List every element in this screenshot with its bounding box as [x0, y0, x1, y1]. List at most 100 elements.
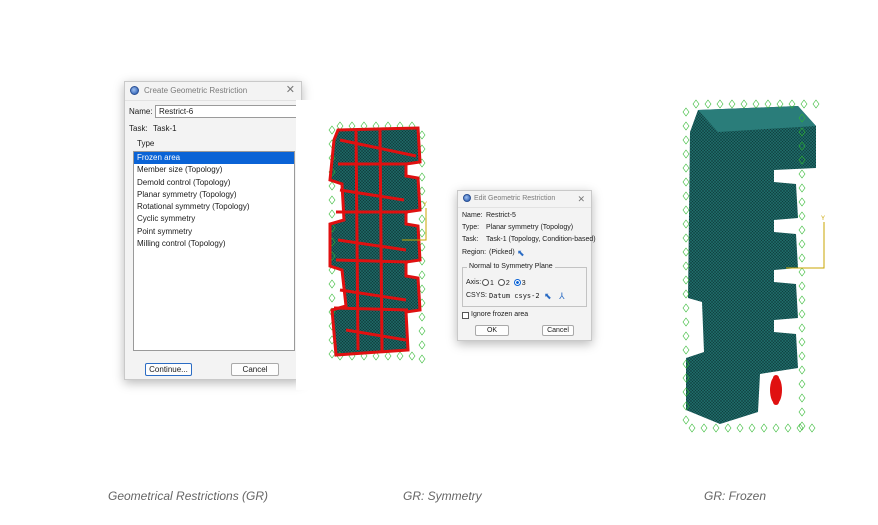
axis-option-3: 3 — [521, 280, 526, 287]
constraint-symbol-icon — [682, 107, 690, 117]
constraint-symbol-icon — [798, 281, 806, 291]
constraint-symbol-icon — [812, 99, 820, 109]
constraint-symbol-icon — [798, 393, 806, 403]
constraint-symbol-icon — [798, 365, 806, 375]
edit-task-value: Task-1 (Topology, Condition-based) — [486, 236, 596, 243]
type-list-item[interactable]: Milling control (Topology) — [134, 238, 294, 250]
triad-y-label: Y — [423, 202, 427, 208]
caption-symmetry: GR: Symmetry — [403, 489, 482, 503]
constraint-symbol-icon — [418, 340, 426, 350]
constraint-symbol-icon — [798, 239, 806, 249]
constraint-symbol-icon — [692, 99, 700, 109]
csys-value: Datum csys-2 — [489, 292, 540, 300]
constraint-symbol-icon — [798, 379, 806, 389]
frozen-area-highlight — [770, 375, 782, 405]
edit-dialog-title: Edit Geometric Restriction — [474, 195, 556, 202]
axis-option-1: 1 — [490, 280, 494, 287]
type-list-item[interactable]: Cyclic symmetry — [134, 213, 294, 225]
constraint-symbol-icon — [798, 337, 806, 347]
caption-geometrical-restrictions: Geometrical Restrictions (GR) — [108, 489, 269, 503]
ignore-frozen-checkbox[interactable] — [462, 312, 469, 319]
constraint-symbol-icon — [418, 354, 426, 364]
constraint-symbol-icon — [700, 423, 708, 433]
constraint-symbol-icon — [740, 99, 748, 109]
axis-label: Axis: — [466, 279, 482, 286]
constraint-symbol-icon — [798, 169, 806, 179]
edit-type-label: Type: — [462, 224, 480, 231]
constraint-symbol-icon — [808, 423, 816, 433]
constraint-symbol-icon — [418, 326, 426, 336]
constraint-symbol-icon — [798, 267, 806, 277]
csys-triad-icon[interactable]: ⅄ — [559, 291, 565, 302]
constraint-symbol-icon — [798, 225, 806, 235]
abaqus-logo-icon — [463, 194, 471, 202]
constraint-symbol-icon — [798, 253, 806, 263]
frozen-triad-y-label: Y — [821, 216, 825, 222]
edit-name-value: Restrict-5 — [486, 212, 516, 219]
type-list-item[interactable]: Rotational symmetry (Topology) — [134, 201, 294, 213]
constraint-symbol-icon — [752, 99, 760, 109]
constraint-symbol-icon — [796, 423, 804, 433]
constraint-symbol-icon — [798, 309, 806, 319]
constraint-symbol-icon — [682, 331, 690, 341]
constraint-symbol-icon — [682, 247, 690, 257]
axis-radio-3[interactable] — [513, 279, 521, 286]
constraint-symbol-icon — [688, 423, 696, 433]
constraint-symbol-icon — [418, 214, 426, 224]
close-icon[interactable]: ✕ — [577, 193, 585, 205]
constraint-symbol-icon — [784, 423, 792, 433]
type-list-item[interactable]: Planar symmetry (Topology) — [134, 189, 294, 201]
constraint-symbol-icon — [682, 317, 690, 327]
constraint-symbol-icon — [798, 183, 806, 193]
edit-geometric-restriction-dialog: Edit Geometric Restriction ✕ Name: Restr… — [457, 190, 596, 341]
constraint-symbol-icon — [682, 191, 690, 201]
type-list-item[interactable]: Demold control (Topology) — [134, 177, 294, 189]
create-geometric-restriction-dialog: Create Geometric Restriction ✕ Name: Res… — [124, 81, 302, 380]
constraint-symbol-icon — [682, 177, 690, 187]
constraint-symbol-icon — [736, 423, 744, 433]
constraint-symbol-icon — [682, 275, 690, 285]
edit-region-label: Region: — [462, 249, 487, 256]
constraint-symbol-icon — [728, 99, 736, 109]
axis-radio-group: 1 2 3 — [480, 279, 526, 287]
caption-frozen: GR: Frozen — [704, 489, 767, 503]
group-title: Normal to Symmetry Plane — [467, 263, 555, 270]
region-pick-arrow-icon[interactable]: ⬉ — [517, 248, 525, 259]
constraint-symbol-icon — [418, 270, 426, 280]
cancel-button[interactable]: Cancel — [231, 363, 279, 376]
edit-cancel-button[interactable]: Cancel — [542, 325, 574, 336]
csys-pick-arrow-icon[interactable]: ⬉ — [544, 291, 552, 302]
constraint-symbol-icon — [724, 423, 732, 433]
type-list-item[interactable]: Frozen area — [134, 152, 294, 165]
constraint-symbol-icon — [396, 351, 404, 361]
constraint-symbol-icon — [682, 219, 690, 229]
name-input[interactable]: Restrict-6 — [155, 105, 297, 118]
constraint-symbol-icon — [408, 351, 416, 361]
axis-radio-2[interactable] — [497, 279, 505, 286]
type-list-item[interactable]: Point symmetry — [134, 226, 294, 238]
constraint-symbol-icon — [798, 421, 806, 431]
continue-button[interactable]: Continue... — [145, 363, 192, 376]
close-icon[interactable]: ✕ — [286, 84, 295, 96]
type-list-item[interactable]: Member size (Topology) — [134, 164, 294, 176]
abaqus-logo-icon — [130, 86, 139, 95]
symmetry-model-view: Y — [296, 100, 427, 390]
constraint-symbol-icon — [798, 197, 806, 207]
edit-dialog-titlebar: Edit Geometric Restriction ✕ — [458, 191, 591, 208]
ok-button[interactable]: OK — [475, 325, 509, 336]
constraint-symbol-icon — [682, 303, 690, 313]
constraint-symbol-icon — [682, 345, 690, 355]
edit-type-value: Planar symmetry (Topology) — [486, 224, 574, 231]
frozen-model-view: Y — [682, 99, 825, 433]
constraint-symbol-icon — [764, 99, 772, 109]
name-label: Name: — [129, 107, 153, 116]
constraint-symbol-icon — [798, 323, 806, 333]
axis-radio-1[interactable] — [482, 279, 489, 286]
type-header: Type — [137, 139, 155, 148]
axis-option-2: 2 — [505, 280, 510, 287]
csys-label: CSYS: — [466, 292, 488, 299]
edit-region-value: (Picked) — [489, 249, 515, 256]
constraint-symbol-icon — [682, 149, 690, 159]
frozen-part-mesh — [686, 106, 816, 424]
ignore-frozen-label: Ignore frozen area — [471, 311, 529, 318]
